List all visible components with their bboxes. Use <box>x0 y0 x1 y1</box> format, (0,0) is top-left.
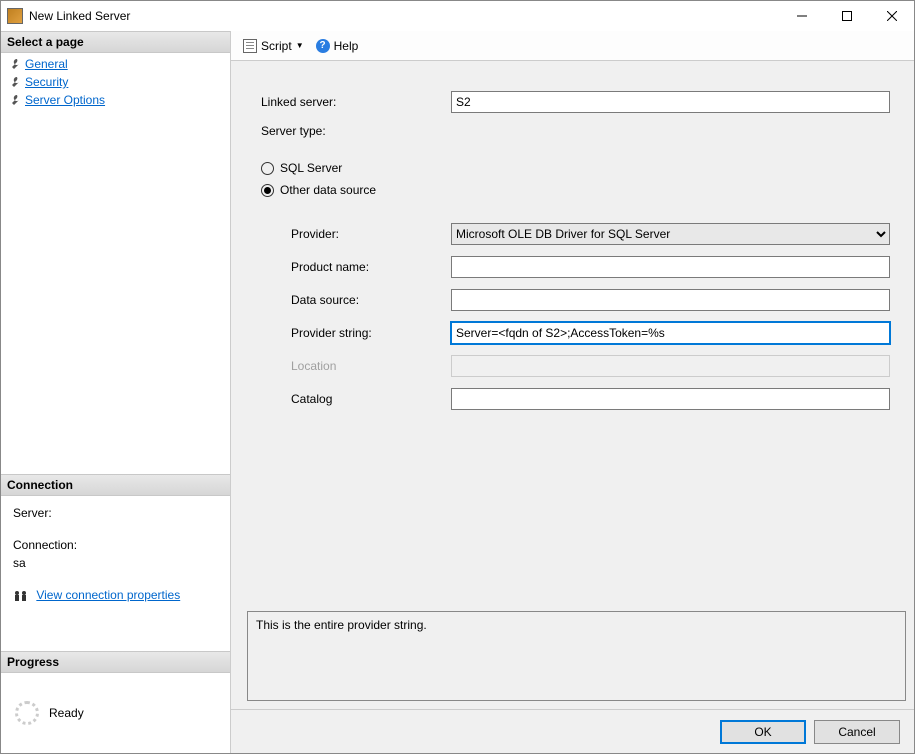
location-label: Location <box>291 359 451 373</box>
window-controls <box>779 1 914 31</box>
data-source-input[interactable] <box>451 289 890 311</box>
sidebar: Select a page General Security Server Op… <box>1 31 231 753</box>
script-button[interactable]: Script ▼ <box>239 37 308 55</box>
catalog-input[interactable] <box>451 388 890 410</box>
page-list: General Security Server Options <box>1 53 230 111</box>
script-label: Script <box>261 39 292 53</box>
connection-label: Connection: <box>13 538 218 552</box>
maximize-button[interactable] <box>824 1 869 31</box>
page-item-security[interactable]: Security <box>7 73 224 91</box>
connection-header: Connection <box>1 474 230 496</box>
select-page-header: Select a page <box>1 31 230 53</box>
maximize-icon <box>842 11 852 21</box>
other-data-source-radio[interactable] <box>261 184 274 197</box>
minimize-button[interactable] <box>779 1 824 31</box>
wrench-icon <box>9 94 21 106</box>
connection-icon <box>13 589 29 603</box>
script-icon <box>243 39 257 53</box>
help-button[interactable]: ? Help <box>312 37 363 55</box>
page-item-server-options[interactable]: Server Options <box>7 91 224 109</box>
form-area: Linked server: Server type: SQL Server O… <box>231 61 914 605</box>
other-data-source-radio-label: Other data source <box>280 183 376 197</box>
message-box: This is the entire provider string. <box>247 611 906 701</box>
main-panel: Script ▼ ? Help Linked server: Server ty… <box>231 31 914 753</box>
provider-string-input[interactable] <box>451 322 890 344</box>
window-title: New Linked Server <box>29 9 779 23</box>
provider-string-label: Provider string: <box>291 326 451 340</box>
progress-header: Progress <box>1 651 230 673</box>
connection-section: Server: Connection: sa View connection p… <box>1 496 230 615</box>
linked-server-label: Linked server: <box>261 95 451 109</box>
linked-server-input[interactable] <box>451 91 890 113</box>
progress-spinner-icon <box>15 701 39 725</box>
catalog-label: Catalog <box>291 392 451 406</box>
progress-status: Ready <box>49 706 84 720</box>
provider-select[interactable]: Microsoft OLE DB Driver for SQL Server <box>451 223 890 245</box>
page-item-general[interactable]: General <box>7 55 224 73</box>
location-input <box>451 355 890 377</box>
view-connection-properties-link[interactable]: View connection properties <box>36 588 180 602</box>
app-icon <box>7 8 23 24</box>
toolbar: Script ▼ ? Help <box>231 31 914 61</box>
connection-value: sa <box>13 556 218 570</box>
chevron-down-icon: ▼ <box>296 41 304 50</box>
server-label: Server: <box>13 506 218 520</box>
page-label: Security <box>25 75 68 89</box>
dialog-footer: OK Cancel <box>231 709 914 753</box>
help-icon: ? <box>316 39 330 53</box>
ok-button[interactable]: OK <box>720 720 806 744</box>
minimize-icon <box>797 11 807 21</box>
help-label: Help <box>334 39 359 53</box>
provider-label: Provider: <box>291 227 451 241</box>
cancel-button[interactable]: Cancel <box>814 720 900 744</box>
progress-section: Ready <box>1 673 230 753</box>
sql-server-radio-label: SQL Server <box>280 161 342 175</box>
sql-server-radio[interactable] <box>261 162 274 175</box>
page-label: Server Options <box>25 93 105 107</box>
product-name-input[interactable] <box>451 256 890 278</box>
server-type-label: Server type: <box>261 124 451 138</box>
product-name-label: Product name: <box>291 260 451 274</box>
wrench-icon <box>9 58 21 70</box>
message-text: This is the entire provider string. <box>256 618 427 632</box>
page-label: General <box>25 57 68 71</box>
close-button[interactable] <box>869 1 914 31</box>
data-source-label: Data source: <box>291 293 451 307</box>
titlebar: New Linked Server <box>1 1 914 31</box>
wrench-icon <box>9 76 21 88</box>
close-icon <box>887 11 897 21</box>
